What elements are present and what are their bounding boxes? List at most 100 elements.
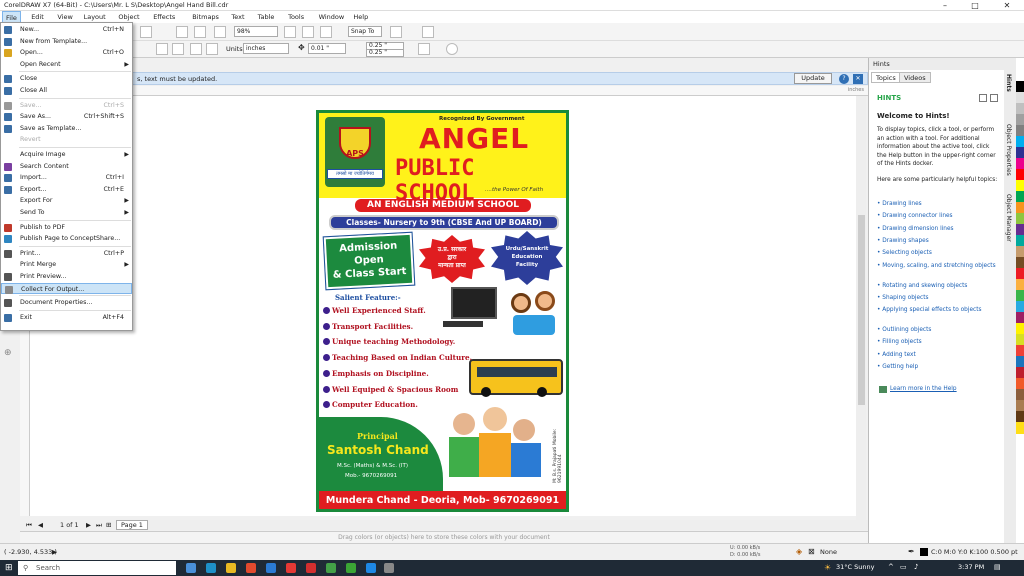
- file-menu-print-merge[interactable]: Print Merge ▶: [1, 259, 132, 270]
- hint-topic-link[interactable]: • Getting help: [877, 363, 999, 371]
- dock-tab-object-properties[interactable]: Object Properties: [1005, 124, 1012, 176]
- first-page-icon[interactable]: ⏮: [26, 521, 32, 530]
- play-icon[interactable]: ▶: [52, 548, 57, 556]
- menu-window[interactable]: Window: [316, 11, 348, 23]
- add-button[interactable]: [446, 43, 458, 55]
- network-icon[interactable]: ▭: [900, 563, 907, 571]
- file-menu-close-all[interactable]: Close All: [1, 85, 132, 96]
- hints-home-icon[interactable]: [979, 94, 987, 102]
- volume-icon[interactable]: ♪: [914, 563, 918, 571]
- minimize-button[interactable]: –: [930, 0, 960, 11]
- all-pages-button[interactable]: [190, 43, 202, 55]
- menu-text[interactable]: Text: [228, 11, 247, 23]
- file-menu-save-as-template[interactable]: Save as Template...: [1, 123, 132, 134]
- launch-button[interactable]: [422, 26, 434, 38]
- coreldraw-icon[interactable]: [326, 563, 336, 573]
- page-tab[interactable]: Page 1: [116, 520, 148, 530]
- photos-icon[interactable]: [366, 563, 376, 573]
- file-menu-open[interactable]: Open... Ctrl+O: [1, 47, 132, 58]
- task-view-icon[interactable]: [186, 563, 196, 573]
- menu-bitmaps[interactable]: Bitmaps: [189, 11, 222, 23]
- undo-button[interactable]: [140, 26, 152, 38]
- close-window-button[interactable]: ✕: [992, 0, 1022, 11]
- file-menu-collect-for-output[interactable]: Collect For Output...: [1, 282, 132, 294]
- hint-topic-link[interactable]: • Drawing lines: [877, 200, 999, 208]
- menu-help[interactable]: Help: [350, 11, 371, 23]
- hint-topic-link[interactable]: • Filling objects: [877, 338, 999, 346]
- update-button[interactable]: Update: [794, 73, 832, 84]
- current-page-button[interactable]: [206, 43, 218, 55]
- last-page-icon[interactable]: ⏭: [96, 521, 102, 530]
- maximize-button[interactable]: □: [960, 0, 990, 11]
- add-page-icon[interactable]: ⊞: [106, 521, 111, 529]
- options-button[interactable]: [390, 26, 402, 38]
- file-menu-publish-to-pdf[interactable]: Publish to PDF: [1, 222, 132, 233]
- file-menu-print[interactable]: Print... Ctrl+P: [1, 248, 132, 259]
- nudge-distance-field[interactable]: 0.01 ": [308, 43, 346, 54]
- hints-help-icon[interactable]: [990, 94, 998, 102]
- hint-topic-link[interactable]: • Rotating and skewing objects: [877, 282, 999, 290]
- hint-topic-link[interactable]: • Drawing connector lines: [877, 212, 999, 220]
- add-tool-icon[interactable]: ⊕: [4, 348, 12, 358]
- rulers-button[interactable]: [302, 26, 314, 38]
- file-menu-close[interactable]: Close: [1, 73, 132, 84]
- page-border-button[interactable]: [418, 43, 430, 55]
- settings-icon[interactable]: [384, 563, 394, 573]
- flyer-artwork[interactable]: APS तमसो मा ज्योतिर्गमय Recognized By Go…: [316, 110, 569, 512]
- file-menu-new[interactable]: New... Ctrl+N: [1, 24, 132, 35]
- tab-videos[interactable]: Videos: [899, 72, 931, 83]
- taskbar-search[interactable]: ⚲ Search: [18, 561, 176, 575]
- hint-topic-link[interactable]: • Shaping objects: [877, 294, 999, 302]
- export-toolbar-button[interactable]: [194, 26, 206, 38]
- document-palette-strip[interactable]: Drag colors (or objects) here to store t…: [20, 531, 868, 543]
- portrait-button[interactable]: [156, 43, 168, 55]
- vertical-scroll-thumb[interactable]: [858, 215, 865, 405]
- close-notification-icon[interactable]: ✕: [853, 74, 863, 84]
- acrobat-icon[interactable]: [306, 563, 316, 573]
- dock-tab-object-manager[interactable]: Object Manager: [1005, 194, 1012, 242]
- file-menu-exit[interactable]: Exit Alt+F4: [1, 312, 132, 323]
- learn-more-link[interactable]: Learn more in the Help: [890, 386, 957, 392]
- full-screen-button[interactable]: [284, 26, 296, 38]
- hint-topic-link[interactable]: • Drawing dimension lines: [877, 225, 999, 233]
- import-toolbar-button[interactable]: [176, 26, 188, 38]
- menu-table[interactable]: Table: [255, 11, 278, 23]
- opera-icon[interactable]: [246, 563, 256, 573]
- publish-toolbar-button[interactable]: [214, 26, 226, 38]
- windows-start-icon[interactable]: ⊞: [5, 563, 13, 573]
- file-menu-save-as[interactable]: Save As... Ctrl+Shift+S: [1, 111, 132, 122]
- file-menu-open-recent[interactable]: Open Recent ▶: [1, 59, 132, 70]
- menu-tools[interactable]: Tools: [285, 11, 307, 23]
- notifications-icon[interactable]: ▤: [994, 563, 1001, 571]
- hint-topic-link[interactable]: • Outlining objects: [877, 326, 999, 334]
- edge-icon[interactable]: [206, 563, 216, 573]
- file-menu-document-properties[interactable]: Document Properties...: [1, 297, 132, 308]
- landscape-button[interactable]: [172, 43, 184, 55]
- tab-topics[interactable]: Topics: [871, 72, 901, 83]
- snap-to-dropdown[interactable]: Snap To: [348, 26, 382, 37]
- menu-effects[interactable]: Effects: [150, 11, 178, 23]
- hint-topic-link[interactable]: • Moving, scaling, and stretching object…: [877, 262, 999, 270]
- file-menu-search-content[interactable]: Search Content: [1, 161, 132, 172]
- palette-swatch[interactable]: [1016, 422, 1024, 434]
- next-page-icon[interactable]: ▶: [86, 521, 91, 529]
- zoom-level-field[interactable]: 98%: [234, 26, 278, 37]
- hint-topic-link[interactable]: • Selecting objects: [877, 249, 999, 257]
- duplicate-y-field[interactable]: 0.25 ": [366, 49, 404, 57]
- file-menu-export[interactable]: Export... Ctrl+E: [1, 184, 132, 195]
- hint-topic-link[interactable]: • Drawing shapes: [877, 237, 999, 245]
- file-menu-publish-page-to-conceptshare[interactable]: Publish Page to ConceptShare...: [1, 233, 132, 244]
- hint-topic-link[interactable]: • Adding text: [877, 351, 999, 359]
- chrome-icon[interactable]: [286, 563, 296, 573]
- corel-app-icon[interactable]: [346, 563, 356, 573]
- file-menu-new-from-template[interactable]: New from Template...: [1, 36, 132, 47]
- units-dropdown[interactable]: inches: [243, 43, 289, 54]
- word-icon[interactable]: [266, 563, 276, 573]
- horizontal-ruler[interactable]: inches: [132, 86, 868, 96]
- file-menu-import[interactable]: Import... Ctrl+I: [1, 172, 132, 183]
- grid-button[interactable]: [320, 26, 332, 38]
- hint-topic-link[interactable]: • Applying special effects to objects: [877, 306, 999, 314]
- prev-page-icon[interactable]: ◀: [38, 521, 43, 529]
- file-menu-print-preview[interactable]: Print Preview...: [1, 271, 132, 282]
- help-icon[interactable]: ?: [839, 74, 849, 84]
